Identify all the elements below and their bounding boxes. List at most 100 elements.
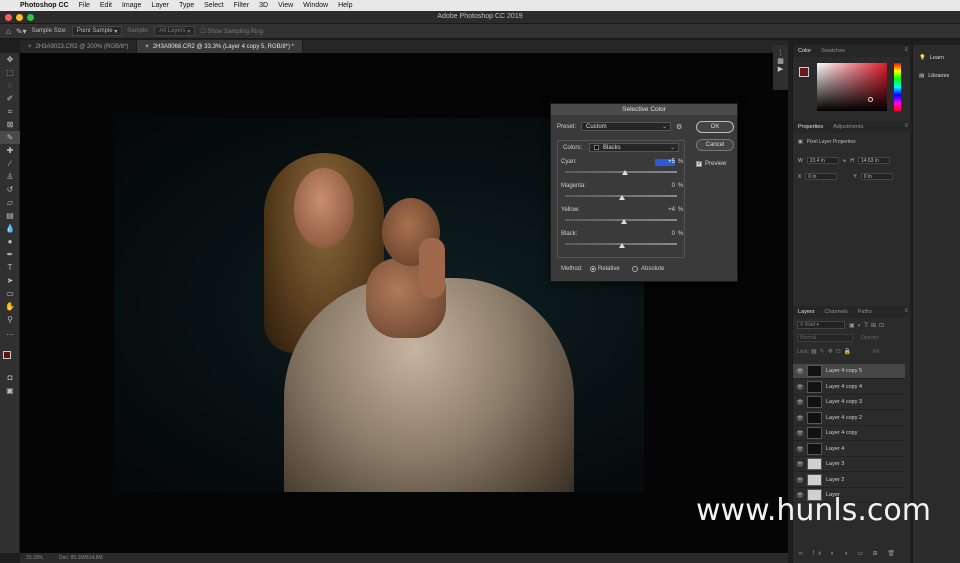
y-input[interactable]: 0 in xyxy=(860,173,893,180)
learn-button[interactable]: 💡 Learn xyxy=(913,49,960,67)
close-icon[interactable]: × xyxy=(28,44,32,50)
doc-size[interactable]: Doc: 85.1M/814.8M xyxy=(59,555,103,561)
type-tool-icon[interactable]: T xyxy=(0,261,20,274)
menu-3d[interactable]: 3D xyxy=(259,2,268,9)
libraries-button[interactable]: ▤ Libraries xyxy=(913,67,960,85)
cyan-slider-thumb[interactable] xyxy=(622,170,628,175)
layer-row[interactable]: 👁 Layer 3 xyxy=(793,457,905,472)
panel-grip-icon[interactable]: ⋮ xyxy=(773,49,788,57)
lock-icons[interactable]: ▦✎✥⊡🔒 xyxy=(811,348,854,355)
gradient-tool-icon[interactable]: ▤ xyxy=(0,209,20,222)
height-input[interactable]: 14.63 in xyxy=(857,157,890,164)
actions-play-icon[interactable]: ▶ xyxy=(773,65,788,73)
preview-checkbox[interactable]: ✓ xyxy=(696,161,702,167)
eraser-tool-icon[interactable]: ▱ xyxy=(0,196,20,209)
layer-row[interactable]: 👁 Layer 4 copy xyxy=(793,426,905,441)
foreground-color-swatch[interactable] xyxy=(799,67,809,77)
panel-menu-icon[interactable]: ≡ xyxy=(904,308,908,314)
brush-tool-icon[interactable]: ∕ xyxy=(0,157,20,170)
magenta-value-input[interactable]: 0 xyxy=(655,183,675,190)
tab-document-2[interactable]: × 2H3A9068.CR2 @ 33.3% (Layer 4 copy 5, … xyxy=(137,40,304,53)
menu-window[interactable]: Window xyxy=(303,2,328,9)
clone-stamp-tool-icon[interactable]: ♙ xyxy=(0,170,20,183)
history-brush-tool-icon[interactable]: ↺ xyxy=(0,183,20,196)
magenta-slider-thumb[interactable] xyxy=(619,195,625,200)
panel-menu-icon[interactable]: ≡ xyxy=(904,47,908,53)
visibility-eye-icon[interactable]: 👁 xyxy=(793,430,807,437)
color-picker-field[interactable] xyxy=(817,63,887,111)
menu-file[interactable]: File xyxy=(79,2,90,9)
hand-tool-icon[interactable]: ✋ xyxy=(0,300,20,313)
visibility-eye-icon[interactable]: 👁 xyxy=(793,461,807,468)
panel-menu-icon[interactable]: ≡ xyxy=(904,123,908,129)
colors-select[interactable]: Blacks ⌄ xyxy=(589,143,679,152)
quick-mask-icon[interactable]: ◘ xyxy=(0,371,20,384)
screen-mode-icon[interactable]: ▣ xyxy=(0,384,20,397)
eyedropper-tool-icon[interactable]: ✎▾ xyxy=(16,27,27,36)
blur-tool-icon[interactable]: 💧 xyxy=(0,222,20,235)
width-input[interactable]: 23.4 in xyxy=(806,157,839,164)
layer-kind-filter[interactable]: ⚲ Kind ▾ xyxy=(797,321,845,329)
hue-slider[interactable] xyxy=(894,63,901,111)
menu-select[interactable]: Select xyxy=(204,2,223,9)
rectangle-tool-icon[interactable]: ▭ xyxy=(0,287,20,300)
sample-size-select[interactable]: Point Sample ▾ xyxy=(71,26,123,36)
layer-filter-icons[interactable]: ▣◐T⊞⊡ xyxy=(849,322,887,329)
preset-options-gear-icon[interactable]: ⚙ xyxy=(676,123,682,131)
color-picker-cursor[interactable] xyxy=(868,97,873,102)
menu-help[interactable]: Help xyxy=(338,2,352,9)
history-icon[interactable]: ▦ xyxy=(773,57,788,65)
tab-adjustments[interactable]: Adjustments xyxy=(833,124,863,130)
menu-image[interactable]: Image xyxy=(122,2,141,9)
tab-swatches[interactable]: Swatches xyxy=(821,48,845,54)
visibility-eye-icon[interactable]: 👁 xyxy=(793,446,807,453)
layer-row[interactable]: 👁 Layer 4 copy 3 xyxy=(793,395,905,410)
zoom-tool-icon[interactable]: ⚲ xyxy=(0,313,20,326)
relative-radio[interactable] xyxy=(590,266,596,272)
tab-channels[interactable]: Channels xyxy=(825,309,848,315)
visibility-eye-icon[interactable]: 👁 xyxy=(793,415,807,422)
yellow-slider-thumb[interactable] xyxy=(621,219,627,224)
tab-paths[interactable]: Paths xyxy=(858,309,872,315)
visibility-eye-icon[interactable]: 👁 xyxy=(793,368,807,375)
more-tools-icon[interactable]: … xyxy=(0,326,20,339)
cancel-button[interactable]: Cancel xyxy=(696,139,734,151)
pen-tool-icon[interactable]: ✒ xyxy=(0,248,20,261)
cyan-slider-track[interactable] xyxy=(565,171,677,173)
app-menu[interactable]: Photoshop CC xyxy=(20,2,69,9)
show-sampling-ring-checkbox[interactable]: ☐ Show Sampling Ring xyxy=(200,28,263,35)
layer-row[interactable]: 👁 Layer 4 xyxy=(793,442,905,457)
marquee-tool-icon[interactable]: ⬚ xyxy=(0,66,20,79)
lasso-tool-icon[interactable]: ◌ xyxy=(0,79,20,92)
menu-filter[interactable]: Filter xyxy=(234,2,250,9)
path-selection-tool-icon[interactable]: ➤ xyxy=(0,274,20,287)
healing-brush-tool-icon[interactable]: ✚ xyxy=(0,144,20,157)
crop-tool-icon[interactable]: ⌗ xyxy=(0,105,20,118)
menu-view[interactable]: View xyxy=(278,2,293,9)
tab-document-1[interactable]: × 2H3A9023.CR2 @ 200% (RGB/8*) xyxy=(20,40,138,53)
blend-mode-select[interactable]: Normal xyxy=(797,334,853,342)
menu-type[interactable]: Type xyxy=(179,2,194,9)
absolute-radio[interactable] xyxy=(632,266,638,272)
frame-tool-icon[interactable]: ⊠ xyxy=(0,118,20,131)
black-slider-thumb[interactable] xyxy=(619,243,625,248)
layer-row[interactable]: 👁 Layer 2 xyxy=(793,473,905,488)
tab-layers[interactable]: Layers xyxy=(798,309,815,315)
menu-layer[interactable]: Layer xyxy=(151,2,169,9)
black-value-input[interactable]: 0 xyxy=(655,231,675,238)
visibility-eye-icon[interactable]: 👁 xyxy=(793,384,807,391)
dodge-tool-icon[interactable]: ● xyxy=(0,235,20,248)
tab-properties[interactable]: Properties xyxy=(798,124,823,130)
cyan-value-input[interactable]: +5 xyxy=(655,159,675,166)
sample-select[interactable]: All Layers ▾ xyxy=(154,26,196,36)
preset-select[interactable]: Custom ⌄ xyxy=(581,122,671,131)
move-tool-icon[interactable]: ✥ xyxy=(0,53,20,66)
eyedropper-tool-icon[interactable]: ✎ xyxy=(0,131,20,144)
visibility-eye-icon[interactable]: 👁 xyxy=(793,477,807,484)
layer-actions-bar[interactable]: ∞ fx ◐ ◑ ▭ ⊞ 🗑 xyxy=(793,550,905,560)
quick-select-tool-icon[interactable]: ✐ xyxy=(0,92,20,105)
layer-row[interactable]: 👁 Layer 4 copy 4 xyxy=(793,380,905,395)
home-icon[interactable]: ⌂ xyxy=(6,27,11,36)
visibility-eye-icon[interactable]: 👁 xyxy=(793,399,807,406)
layer-row[interactable]: 👁 Layer 4 copy 5 xyxy=(793,364,905,379)
